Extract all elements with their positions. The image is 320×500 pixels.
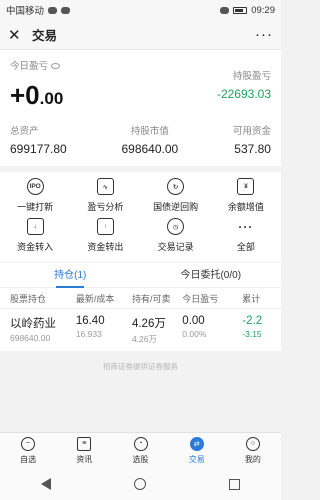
hold-pnl-value: -22693.03 [216, 87, 271, 101]
stock-price: 16.40 [75, 315, 105, 327]
header-stock: 股票持仓 [10, 293, 47, 304]
recent-apps-icon[interactable] [228, 478, 240, 490]
more-icon: ··· [238, 219, 254, 234]
trade-records-button[interactable]: ◷ 交易记录 [141, 218, 211, 258]
tabbar-item-stock-pick[interactable]: ◔ 选股 [112, 433, 168, 468]
header-hold-sellable: 持有/可卖 [131, 293, 171, 304]
transfer-in-icon: ↓ [26, 218, 44, 235]
stock-today-pnl: 0.00 [182, 315, 205, 327]
ipo-button[interactable]: IPO 一键打新 [0, 178, 70, 218]
stock-sellable: 4.26万 [131, 334, 157, 344]
pnl-analysis-button[interactable]: ∿ 盈亏分析 [70, 178, 140, 218]
nav-bar: ✕ 交易 ··· [0, 20, 281, 50]
battery-icon [233, 6, 248, 14]
notification-icon [61, 6, 71, 14]
tabbar-item-trade[interactable]: ⇄ 交易 [169, 433, 225, 468]
tabbar-label: 选股 [132, 454, 149, 464]
broker-watermark: 招商证券提供证券服务 [103, 362, 178, 371]
transfer-in-label: 资金转入 [17, 242, 54, 252]
trade-records-label: 交易记录 [157, 242, 194, 252]
hold-pnl-label: 持股盈亏 [232, 71, 271, 82]
header-today-pnl: 今日盈亏 [182, 293, 219, 304]
stock-total-pnl: -2.2 [242, 315, 263, 327]
ipo-icon: IPO [26, 178, 44, 195]
bottom-tab-bar: ~ 自选 ≡ 资讯 ◔ 选股 ⇄ 交易 ○ 我的 [0, 432, 281, 468]
all-functions-label: 全部 [236, 242, 255, 252]
trade-icon: ⇄ [189, 436, 204, 451]
tabbar-item-news[interactable]: ≡ 资讯 [56, 433, 112, 468]
eye-icon[interactable] [51, 63, 61, 70]
status-bar: 中国移动 09:29 [0, 0, 281, 20]
repo-icon: ↻ [167, 178, 185, 195]
home-icon[interactable] [133, 478, 146, 490]
news-icon: ≡ [77, 436, 92, 451]
more-menu-icon[interactable]: ··· [255, 26, 273, 43]
transfer-out-button[interactable]: ↑ 资金转出 [70, 218, 140, 258]
transfer-out-icon: ↑ [96, 218, 114, 235]
total-assets-value: 699177.80 [10, 142, 67, 156]
market-value-label: 持股市值 [130, 126, 169, 137]
position-tabs: 持仓(1) 今日委托(0/0) [0, 263, 281, 288]
tabbar-label: 我的 [244, 454, 261, 464]
watchlist-icon: ~ [21, 436, 36, 451]
table-row[interactable]: 以岭药业 698640.00 16.40 16.933 4.26万 4.26万 … [0, 308, 281, 351]
header-price-cost: 最新/成本 [75, 293, 115, 304]
available-funds-value: 537.80 [234, 142, 271, 156]
today-pnl-value: +0.00 [10, 80, 64, 110]
market-value-value: 698640.00 [121, 142, 179, 156]
available-funds-label: 可用资金 [232, 126, 271, 137]
tabbar-label: 自选 [20, 454, 37, 464]
clock-icon: ◷ [167, 218, 185, 235]
wifi-icon [220, 6, 230, 14]
stock-pick-icon: ◔ [133, 436, 148, 451]
tab-holdings[interactable]: 持仓(1) [0, 263, 141, 288]
ipo-label: 一键打新 [17, 202, 54, 212]
carrier-name: 中国移动 [6, 6, 45, 17]
function-grid: IPO 一键打新 ∿ 盈亏分析 ↻ 国债逆回购 ¥ 余额增值 ↓ 资金转入 ↑ … [0, 172, 281, 262]
repo-button[interactable]: ↻ 国债逆回购 [141, 178, 211, 218]
back-icon[interactable] [41, 478, 52, 490]
stock-total-pct: -3.15 [242, 329, 262, 339]
stock-hold: 4.26万 [131, 318, 166, 330]
today-pnl-label: 今日盈亏 [10, 58, 63, 72]
tabbar-item-profile[interactable]: ○ 我的 [225, 433, 281, 468]
chart-icon: ∿ [96, 178, 114, 195]
stock-market-value: 698640.00 [10, 333, 51, 343]
yen-icon: ¥ [237, 178, 255, 195]
balance-growth-label: 余额增值 [227, 202, 264, 212]
account-summary: 今日盈亏 +0.00 持股盈亏 -22693.03 总资产 699177.80 … [0, 50, 281, 166]
system-nav-bar [0, 468, 281, 500]
page-title: 交易 [32, 29, 58, 43]
tabbar-label: 资讯 [76, 454, 93, 464]
balance-growth-button[interactable]: ¥ 余额增值 [211, 178, 281, 218]
holdings-table-header: 股票持仓 最新/成本 持有/可卖 今日盈亏 累计 [0, 288, 281, 308]
profile-icon: ○ [245, 436, 260, 451]
total-assets-label: 总资产 [10, 126, 39, 137]
tabbar-item-watchlist[interactable]: ~ 自选 [0, 433, 56, 468]
pnl-analysis-label: 盈亏分析 [87, 202, 124, 212]
transfer-out-label: 资金转出 [87, 242, 124, 252]
clock-time: 09:29 [251, 4, 275, 16]
tab-today-orders[interactable]: 今日委托(0/0) [141, 263, 282, 288]
notification-icon [48, 6, 58, 14]
close-icon[interactable]: ✕ [8, 26, 26, 44]
stock-today-pct: 0.00% [182, 329, 207, 339]
repo-label: 国债逆回购 [153, 202, 199, 212]
header-total-pnl: 累计 [242, 293, 261, 304]
all-functions-button[interactable]: ··· 全部 [211, 218, 281, 258]
tabbar-label: 交易 [188, 454, 205, 464]
transfer-in-button[interactable]: ↓ 资金转入 [0, 218, 70, 258]
stock-cost: 16.933 [75, 329, 102, 339]
stock-name: 以岭药业 [10, 318, 56, 330]
